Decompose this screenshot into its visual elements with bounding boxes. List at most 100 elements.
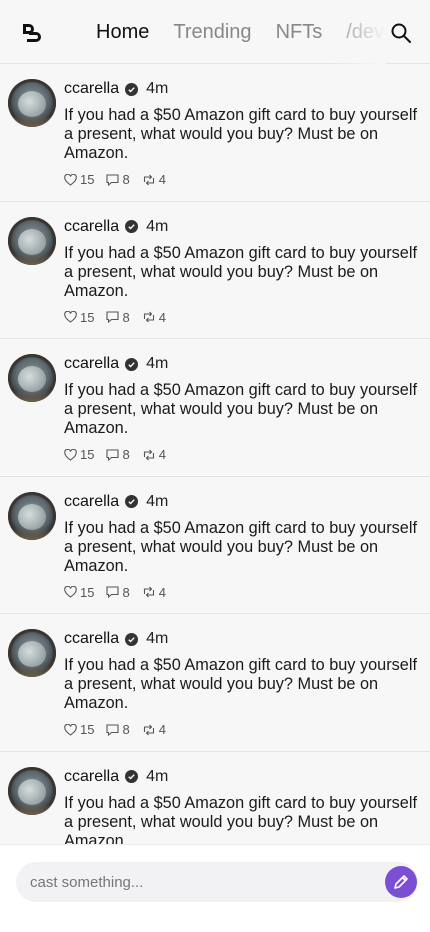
post-header: ccarella 4m <box>64 493 168 511</box>
post-time: 4m <box>146 355 169 372</box>
post-header: ccarella 4m <box>64 80 168 98</box>
comment-button[interactable]: 8 <box>106 722 130 737</box>
verified-badge-icon <box>125 357 139 371</box>
post-actions: 15 8 4 <box>64 172 178 187</box>
ds-logo-icon[interactable] <box>20 22 42 44</box>
avatar[interactable] <box>8 216 56 265</box>
comment-count: 8 <box>122 172 130 187</box>
recast-icon <box>143 724 154 735</box>
heart-icon <box>64 448 77 461</box>
post-actions: 15 8 4 <box>64 310 178 325</box>
like-button[interactable]: 15 <box>64 310 94 325</box>
top-header: Home Trending NFTs /dev <box>0 0 430 64</box>
like-button[interactable]: 15 <box>64 585 94 600</box>
post-username[interactable]: ccarella <box>64 768 119 786</box>
recast-button[interactable]: 4 <box>142 447 166 462</box>
comment-count: 8 <box>122 722 130 737</box>
post-text: If you had a $50 Amazon gift card to buy… <box>64 381 417 437</box>
comment-icon <box>106 173 120 186</box>
cast-input[interactable] <box>30 862 380 902</box>
heart-icon <box>64 586 77 598</box>
recast-button[interactable]: 4 <box>142 172 166 187</box>
recast-count: 4 <box>158 722 166 737</box>
like-count: 15 <box>80 447 95 462</box>
recast-button[interactable]: 4 <box>142 310 166 325</box>
comment-icon <box>106 311 120 323</box>
verified-badge-icon <box>125 495 139 508</box>
avatar[interactable] <box>8 629 56 677</box>
comment-button[interactable]: 8 <box>106 172 130 187</box>
post-header: ccarella 4m <box>64 355 168 373</box>
feed-post[interactable]: ccarella 4m If you had a $50 Amazon gift… <box>0 477 430 614</box>
comment-button[interactable]: 8 <box>106 309 130 325</box>
compose-button[interactable] <box>385 866 417 898</box>
avatar[interactable] <box>8 354 56 402</box>
tab-dev[interactable]: /dev <box>346 21 384 44</box>
recast-count: 4 <box>158 309 166 325</box>
verified-badge-icon <box>125 82 139 96</box>
compose-bar <box>0 844 430 932</box>
avatar[interactable] <box>8 491 56 540</box>
feed-post[interactable]: ccarella 4m If you had a $50 Amazon gift… <box>0 64 430 202</box>
pencil-icon <box>394 875 408 889</box>
heart-icon <box>64 173 77 186</box>
post-header: ccarella 4m <box>64 630 168 648</box>
tab-home[interactable]: Home <box>96 21 149 44</box>
post-actions: 15 8 4 <box>64 447 178 462</box>
post-actions: 15 8 4 <box>64 722 178 737</box>
recast-icon <box>143 174 154 185</box>
search-icon[interactable] <box>390 22 412 44</box>
tab-nfts[interactable]: NFTs <box>276 21 323 44</box>
like-button[interactable]: 15 <box>64 447 94 462</box>
like-button[interactable]: 15 <box>64 172 94 187</box>
tab-trending[interactable]: Trending <box>173 21 251 44</box>
comment-icon <box>106 723 120 736</box>
feed-post[interactable]: ccarella 4m If you had a $50 Amazon gift… <box>0 339 430 477</box>
verified-badge-icon <box>125 220 139 233</box>
comment-button[interactable]: 8 <box>106 585 130 600</box>
recast-icon <box>143 586 154 598</box>
compose-field-wrapper <box>16 862 418 902</box>
app-root: Home Trending NFTs /dev ccarella 4m If y… <box>0 0 430 932</box>
comment-button[interactable]: 8 <box>106 447 130 462</box>
nav-tabs: Home Trending NFTs /dev <box>96 0 386 64</box>
recast-count: 4 <box>158 447 166 462</box>
recast-button[interactable]: 4 <box>142 722 166 737</box>
recast-count: 4 <box>158 172 166 187</box>
verified-badge-icon <box>125 770 139 783</box>
post-header: ccarella 4m <box>64 768 168 786</box>
comment-icon <box>106 448 120 461</box>
post-username[interactable]: ccarella <box>64 630 119 648</box>
like-count: 15 <box>80 172 95 187</box>
heart-icon <box>64 723 77 736</box>
post-actions: 15 8 4 <box>64 585 178 600</box>
recast-icon <box>143 449 154 460</box>
verified-badge-icon <box>125 632 139 646</box>
recast-button[interactable]: 4 <box>142 585 166 600</box>
like-button[interactable]: 15 <box>64 722 94 737</box>
cast-feed: ccarella 4m If you had a $50 Amazon gift… <box>0 64 430 844</box>
post-time: 4m <box>146 217 169 235</box>
post-text: If you had a $50 Amazon gift card to buy… <box>64 243 417 300</box>
avatar[interactable] <box>8 766 56 815</box>
post-text: If you had a $50 Amazon gift card to buy… <box>64 793 417 845</box>
post-time: 4m <box>146 767 169 785</box>
feed-post[interactable]: ccarella 4m If you had a $50 Amazon gift… <box>0 614 430 752</box>
post-time: 4m <box>146 492 169 510</box>
post-username[interactable]: ccarella <box>64 80 119 98</box>
recast-count: 4 <box>158 584 166 600</box>
comment-icon <box>106 586 120 598</box>
post-header: ccarella 4m <box>64 218 168 236</box>
avatar[interactable] <box>8 79 56 127</box>
post-username[interactable]: ccarella <box>64 355 119 373</box>
recast-icon <box>143 311 154 323</box>
post-username[interactable]: ccarella <box>64 218 119 236</box>
post-time: 4m <box>146 80 169 97</box>
post-text: If you had a $50 Amazon gift card to buy… <box>64 518 417 575</box>
post-text: If you had a $50 Amazon gift card to buy… <box>64 106 417 162</box>
like-count: 15 <box>80 309 95 325</box>
post-username[interactable]: ccarella <box>64 493 119 511</box>
comment-count: 8 <box>122 309 130 325</box>
feed-post[interactable]: ccarella 4m If you had a $50 Amazon gift… <box>0 752 430 845</box>
feed-post[interactable]: ccarella 4m If you had a $50 Amazon gift… <box>0 202 430 339</box>
